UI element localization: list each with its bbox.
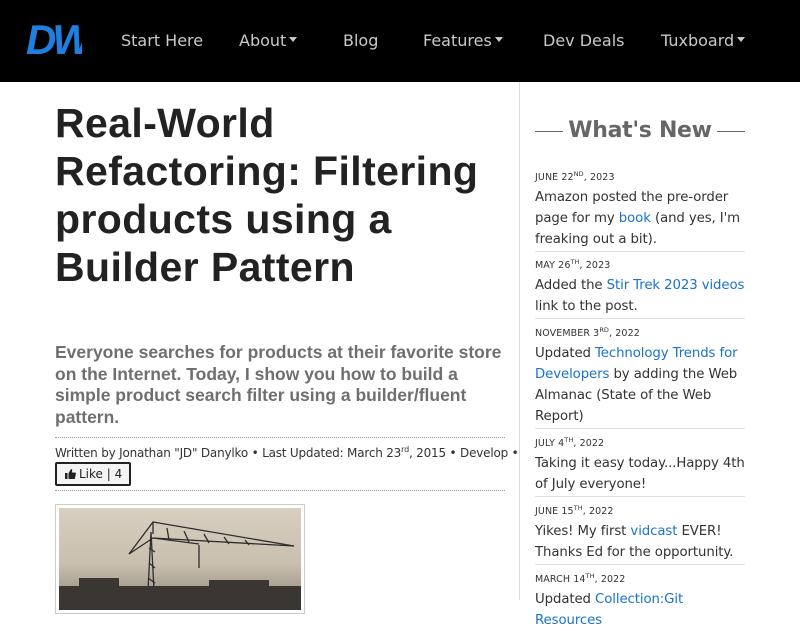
- news-link[interactable]: book: [619, 211, 651, 226]
- column-divider: [519, 82, 520, 600]
- byline-year-category: , 2015 • Develop •: [408, 446, 519, 460]
- news-item: June 15th, 2022 Yikes! My first vidcast …: [535, 502, 745, 565]
- news-text: Added the Stir Trek 2023 videos link to …: [535, 278, 745, 315]
- svg-text:DW: DW: [26, 20, 82, 58]
- news-date: June 22nd, 2023: [535, 170, 615, 184]
- nav-about-label: About: [239, 31, 287, 50]
- heading-rule-left: [535, 131, 563, 132]
- nav-blog-label: Blog: [343, 31, 379, 50]
- nav-features-label: Features: [423, 31, 492, 50]
- nav-dev-deals[interactable]: Dev Deals: [543, 0, 624, 82]
- nav-about[interactable]: About: [239, 0, 298, 82]
- byline-author-date: Written by Jonathan "JD" Danylko • Last …: [55, 446, 402, 460]
- news-text: Yikes! My first vidcast EVER! Thanks Ed …: [535, 524, 734, 561]
- article-byline: Written by Jonathan "JD" Danylko • Last …: [55, 437, 519, 491]
- chevron-down-icon: [289, 37, 298, 42]
- article-subtitle: Everyone searches for products at their …: [55, 342, 502, 427]
- like-button-label: Like | 4: [79, 467, 123, 481]
- news-item: November 3rd, 2022 Updated Technology Tr…: [535, 324, 745, 429]
- nav-dev-deals-label: Dev Deals: [543, 31, 625, 50]
- crane-silhouette-icon: [59, 521, 301, 610]
- heading-rule-right: [717, 131, 745, 132]
- site-logo-icon[interactable]: DW: [26, 20, 82, 58]
- news-item: March 14th, 2022 Updated Collection:Git …: [535, 570, 745, 628]
- whats-new-header: What's New: [535, 118, 745, 144]
- news-link[interactable]: Stir Trek 2023 videos: [607, 278, 745, 293]
- news-date: November 3rd, 2022: [535, 326, 640, 340]
- thumbs-up-icon: [65, 468, 76, 479]
- news-date: May 26th, 2023: [535, 258, 611, 272]
- news-date: June 15th, 2022: [535, 504, 614, 518]
- news-text: Updated Collection:Git Resources: [535, 592, 684, 629]
- news-text: Taking it easy today...Happy 4th of July…: [535, 456, 745, 493]
- article-hero-image: [55, 504, 305, 614]
- nav-start-here-label: Start Here: [121, 31, 204, 50]
- news-item: May 26th, 2023 Added the Stir Trek 2023 …: [535, 256, 745, 319]
- nav-features[interactable]: Features: [423, 0, 503, 82]
- byline-date-suffix: rd: [401, 445, 409, 454]
- news-link[interactable]: vidcast: [630, 524, 677, 539]
- like-button[interactable]: Like | 4: [55, 462, 132, 486]
- whats-new-heading: What's New: [568, 118, 712, 143]
- nav-tuxboard[interactable]: Tuxboard: [661, 0, 746, 82]
- news-text: Updated Technology Trends for Developers…: [535, 346, 738, 425]
- news-date: March 14th, 2022: [535, 572, 626, 586]
- nav-start-here[interactable]: Start Here: [121, 0, 203, 82]
- article-title: Real-World Refactoring: Filtering produc…: [55, 100, 479, 290]
- news-item: July 4th, 2022 Taking it easy today...Ha…: [535, 434, 745, 497]
- byline-text: Written by Jonathan "JD" Danylko • Last …: [55, 445, 519, 460]
- top-navbar: DW Start Here About Blog Features Dev De…: [0, 0, 800, 82]
- chevron-down-icon: [737, 37, 746, 42]
- chevron-down-icon: [494, 37, 503, 42]
- nav-blog[interactable]: Blog: [343, 0, 378, 82]
- news-item: June 22nd, 2023 Amazon posted the pre-or…: [535, 168, 745, 252]
- news-date: July 4th, 2022: [535, 436, 605, 450]
- news-text: Amazon posted the pre-order page for my …: [535, 190, 741, 248]
- nav-tuxboard-label: Tuxboard: [661, 31, 735, 50]
- construction-crane-photo: [59, 508, 301, 610]
